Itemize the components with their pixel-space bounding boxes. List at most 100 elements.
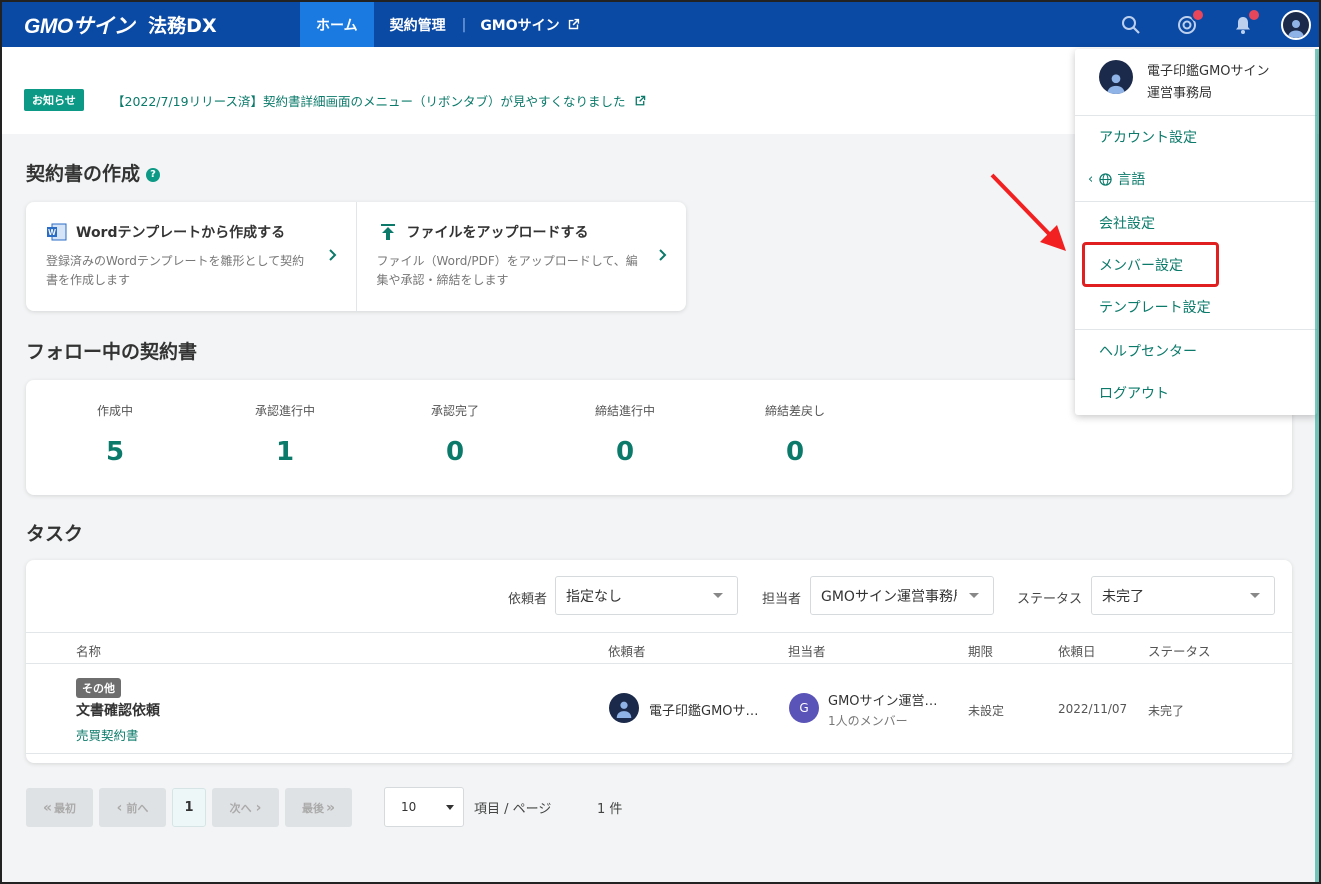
status-filter-select[interactable]: 未完了 xyxy=(1091,576,1275,615)
nav-gmosign-label: GMOサイン xyxy=(480,17,560,34)
bell-icon[interactable] xyxy=(1228,8,1261,40)
first-label: 最初 xyxy=(54,801,77,815)
task-section-title: タスク xyxy=(26,523,84,545)
caret-down-icon xyxy=(446,805,454,810)
notice-link[interactable]: 【2022/7/19リリース済】契約書詳細画面のメニュー（リボンタブ）が見やすく… xyxy=(112,91,647,110)
user-avatar-icon xyxy=(1281,10,1311,40)
upload-icon xyxy=(380,224,395,240)
create-from-word-template[interactable]: W Wordテンプレートから作成する 登録済みのWordテンプレートを雛形として… xyxy=(26,202,356,311)
deadline-value: 未設定 xyxy=(968,704,1005,718)
pagination-first-button[interactable]: «最初 xyxy=(26,788,93,827)
notice-badge: お知らせ xyxy=(24,89,84,111)
notification-badge xyxy=(1247,8,1261,22)
user-dropdown-menu: 電子印鑑GMOサイン 運営事務局 アカウント設定 ‹ 言語 会社設定 メンバー設… xyxy=(1075,49,1317,415)
table-row[interactable]: その他 文書確認依頼 売買契約書 電子印鑑GMOサ… G GMOサイン運営… 1… xyxy=(26,664,1292,754)
help-icon[interactable]: ? xyxy=(146,167,161,182)
menu-user-info: 電子印鑑GMOサイン 運営事務局 xyxy=(1075,49,1317,116)
assignee-filter-select[interactable]: GMOサイン運営事務局 xyxy=(810,576,994,615)
chevron-left-icon: ‹ xyxy=(1088,171,1094,187)
stat-signing-returned[interactable]: 締結差戻し 0 xyxy=(735,402,855,467)
logo-sub: 法務DX xyxy=(148,15,217,37)
assignee-filter-label: 担当者 xyxy=(762,592,802,607)
stat-value: 1 xyxy=(275,437,295,467)
menu-template-settings[interactable]: テンプレート設定 xyxy=(1099,297,1211,317)
mention-badge xyxy=(1191,8,1205,22)
menu-language[interactable]: ‹ 言語 xyxy=(1088,169,1145,189)
assignee-avatar: G xyxy=(789,693,819,723)
app-logo[interactable]: GMOサイン 法務DX xyxy=(2,2,300,47)
col-requester[interactable]: 依頼者 xyxy=(608,641,646,660)
status-value: 未完了 xyxy=(1148,704,1185,718)
per-page-label: 項目 / ページ xyxy=(474,802,552,817)
pagination-last-button[interactable]: 最後» xyxy=(285,788,352,827)
stat-label: 承認完了 xyxy=(430,404,479,418)
upload-desc: ファイル（Word/PDF）をアップロードして、編集や承認・締結をします xyxy=(376,254,638,287)
assignee-filter-value: GMOサイン運営事務局 xyxy=(821,588,957,605)
user-avatar-icon xyxy=(1099,60,1133,94)
category-tag: その他 xyxy=(76,678,121,698)
annotation-arrow-icon xyxy=(990,173,1066,251)
stat-approval-done[interactable]: 承認完了 0 xyxy=(395,402,515,467)
globe-icon xyxy=(1099,172,1112,186)
nav-contract-management[interactable]: 契約管理 xyxy=(374,2,462,47)
user-menu-button[interactable] xyxy=(1281,10,1311,40)
menu-company-settings[interactable]: 会社設定 xyxy=(1099,213,1155,233)
stat-label: 承認進行中 xyxy=(254,404,315,418)
external-link-icon xyxy=(636,95,646,105)
task-title[interactable]: 文書確認依頼 xyxy=(76,700,160,720)
menu-user-name-line2: 運営事務局 xyxy=(1147,86,1213,101)
stat-value: 5 xyxy=(105,437,125,467)
menu-logout[interactable]: ログアウト xyxy=(1099,383,1169,403)
assignee-name: GMOサイン運営… xyxy=(828,694,938,709)
menu-language-label: 言語 xyxy=(1117,172,1146,188)
request-date-value: 2022/11/07 xyxy=(1058,702,1128,716)
upload-file-option[interactable]: ファイルをアップロードする ファイル（Word/PDF）をアップロードして、編集… xyxy=(355,202,687,311)
double-chevron-right-icon: » xyxy=(325,799,336,816)
col-assignee[interactable]: 担当者 xyxy=(788,641,826,660)
scrollbar-edge[interactable] xyxy=(1315,49,1319,882)
upload-title: ファイルをアップロードする xyxy=(406,225,589,241)
col-status[interactable]: ステータス xyxy=(1148,641,1211,660)
requester-filter-label: 依頼者 xyxy=(508,592,548,607)
requester-filter-select[interactable]: 指定なし xyxy=(555,576,738,615)
word-icon: W xyxy=(47,223,67,241)
task-table-header: 名称 依頼者 担当者 期限 依頼日 ステータス xyxy=(26,632,1292,664)
menu-divider xyxy=(1075,201,1317,202)
per-page-value: 10 xyxy=(401,800,417,814)
mention-icon[interactable] xyxy=(1172,8,1205,40)
per-page-select[interactable]: 10 xyxy=(384,787,464,827)
stat-value: 0 xyxy=(785,437,805,467)
assignee-member-count: 1人のメンバー xyxy=(828,714,908,728)
pagination-prev-button[interactable]: ‹ 前へ xyxy=(99,788,166,827)
requester-filter-value: 指定なし xyxy=(566,588,622,605)
word-template-title: Wordテンプレートから作成する xyxy=(76,225,286,241)
nav-home[interactable]: ホーム xyxy=(300,2,374,47)
col-request-date[interactable]: 依頼日 xyxy=(1058,641,1096,660)
col-name[interactable]: 名称 xyxy=(76,641,101,660)
col-deadline[interactable]: 期限 xyxy=(968,641,993,660)
chevron-right-icon: › xyxy=(255,799,262,816)
logo-text: GMOサイン xyxy=(24,14,135,38)
menu-user-name: 電子印鑑GMOサイン 運営事務局 xyxy=(1147,61,1307,105)
double-chevron-left-icon: « xyxy=(42,799,53,816)
status-filter-value: 未完了 xyxy=(1102,588,1144,605)
create-title-text: 契約書の作成 xyxy=(26,163,141,185)
stat-drafting[interactable]: 作成中 5 xyxy=(55,402,175,467)
menu-help-center[interactable]: ヘルプセンター xyxy=(1099,341,1197,361)
notice-text: 【2022/7/19リリース済】契約書詳細画面のメニュー（リボンタブ）が見やすく… xyxy=(112,94,626,109)
pagination-next-button[interactable]: 次へ › xyxy=(212,788,279,827)
task-document-link[interactable]: 売買契約書 xyxy=(76,725,139,744)
stat-signing-in-progress[interactable]: 締結進行中 0 xyxy=(565,402,685,467)
pagination-current-page[interactable]: 1 xyxy=(172,788,206,827)
status-filter-label: ステータス xyxy=(1017,592,1083,607)
word-template-desc: 登録済みのWordテンプレートを雛形として契約書を作成します xyxy=(46,254,305,287)
menu-account-settings[interactable]: アカウント設定 xyxy=(1099,127,1197,147)
svg-text:W: W xyxy=(48,228,56,237)
total-count: 1 件 xyxy=(597,802,623,817)
follow-section-title: フォロー中の契約書 xyxy=(26,341,198,363)
requester-name: 電子印鑑GMOサ… xyxy=(649,704,759,719)
stat-approval-in-progress[interactable]: 承認進行中 1 xyxy=(225,402,345,467)
nav-gmosign[interactable]: GMOサイン xyxy=(466,2,594,47)
requester-avatar xyxy=(609,693,639,723)
search-icon[interactable] xyxy=(1116,10,1146,40)
